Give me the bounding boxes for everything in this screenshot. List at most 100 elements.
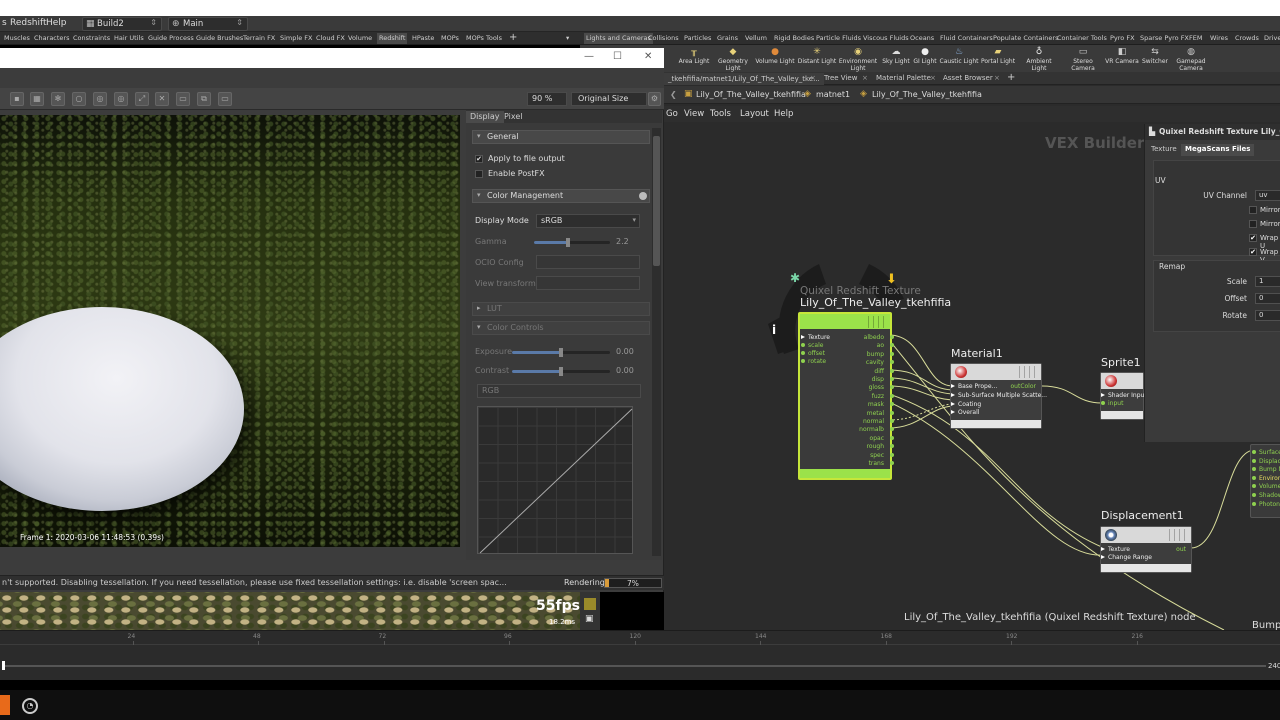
- tool-distant-light[interactable]: ✳ Distant Light: [796, 47, 838, 65]
- output-dot[interactable]: [890, 335, 894, 339]
- timeline[interactable]: 24 48 72 96 120 144 168 192 216 240: [0, 630, 1280, 680]
- shelf-tab-mops-tools[interactable]: MOPs Tools: [466, 34, 502, 42]
- sprite-node-header[interactable]: [1101, 373, 1143, 389]
- input-port-sss[interactable]: Sub-Surface Multiple Scatte...: [951, 392, 1047, 399]
- shelf-tab-mops[interactable]: MOPs: [441, 34, 459, 42]
- output-node-port-2[interactable]: Bump M: [1252, 466, 1280, 473]
- shelf-tab-grains[interactable]: Grains: [717, 34, 738, 42]
- snapshot-icon[interactable]: ▭: [176, 92, 190, 106]
- shelf-tab-guide-process[interactable]: Guide Process: [148, 34, 194, 42]
- output-dot[interactable]: [890, 368, 894, 373]
- output-dot[interactable]: [890, 351, 894, 356]
- menu-layout[interactable]: Layout: [740, 109, 769, 119]
- output-port-mask[interactable]: mask: [868, 401, 884, 408]
- tool-gamepad-camera[interactable]: ◍ Gamepad Camera: [1170, 47, 1212, 72]
- add-shelf-icon[interactable]: +: [509, 32, 517, 43]
- context-select[interactable]: ⊕ Main ⇕: [168, 17, 248, 31]
- exposure-slider-knob[interactable]: [559, 348, 563, 357]
- input-port-scale[interactable]: scale: [800, 342, 823, 349]
- section-general[interactable]: ▾ General: [472, 130, 650, 144]
- scrollbar-thumb[interactable]: [653, 136, 660, 266]
- save-icon[interactable]: ▭: [218, 92, 232, 106]
- shelf-tab-muscles[interactable]: Muscles: [4, 34, 30, 42]
- menu-tools[interactable]: Tools: [710, 109, 731, 119]
- view-icon[interactable]: ▣: [585, 614, 594, 624]
- tool-geometry-light[interactable]: ◆ Geometry Light: [712, 47, 754, 72]
- output-dot[interactable]: [890, 377, 894, 381]
- grid-icon[interactable]: ▦: [30, 92, 44, 106]
- shelf-tab-redshift[interactable]: Redshift: [377, 33, 408, 44]
- tab-tree-view[interactable]: Tree View: [824, 74, 857, 82]
- view-transform-select[interactable]: [536, 276, 640, 290]
- close-icon[interactable]: ✕: [644, 51, 652, 62]
- viewport-preview[interactable]: [0, 592, 600, 630]
- output-port-normalb[interactable]: normalb: [859, 426, 884, 433]
- offset-field[interactable]: 0: [1255, 293, 1280, 304]
- uv-channel-field[interactable]: uv: [1255, 190, 1280, 201]
- menu-item-help[interactable]: Help: [46, 18, 67, 28]
- tool-environment-light[interactable]: ◉ Environment Light: [837, 47, 879, 72]
- output-port-outcolor[interactable]: outColor: [1011, 383, 1037, 390]
- fit-icon[interactable]: ⤢: [135, 92, 149, 106]
- tool-caustic-light[interactable]: ♨ Caustic Light: [938, 47, 980, 65]
- menu-item-s[interactable]: s: [2, 18, 7, 28]
- output-port-diff[interactable]: diff: [874, 368, 884, 375]
- displacement-node-header[interactable]: [1101, 527, 1191, 543]
- input-port-shader-input[interactable]: Shader Input: [1101, 392, 1147, 399]
- timeline-scrubber[interactable]: [4, 665, 1266, 667]
- apply-to-file-checkbox[interactable]: ✔: [475, 155, 483, 163]
- section-color-controls[interactable]: ▾ Color Controls: [472, 321, 650, 335]
- output-port-trans[interactable]: trans: [869, 460, 884, 467]
- shelf-tab-hair-utils[interactable]: Hair Utils: [114, 34, 144, 42]
- shelf-tab-hpaste[interactable]: HPaste: [412, 34, 434, 42]
- output-node-port-0[interactable]: Surface: [1252, 449, 1280, 456]
- output-port-fuzz[interactable]: fuzz: [872, 393, 884, 400]
- shelf-tab-simple-fx[interactable]: Simple FX: [280, 34, 312, 42]
- output-dot[interactable]: [890, 393, 894, 398]
- obs-app-icon[interactable]: ◔: [22, 698, 38, 714]
- menu-help[interactable]: Help: [774, 109, 793, 119]
- channel-select[interactable]: RGB: [477, 384, 641, 398]
- output-port-rough[interactable]: rough: [867, 443, 884, 450]
- tool-portal-light[interactable]: ▰ Portal Light: [977, 47, 1019, 65]
- desktop-select[interactable]: ▦ Build2 ⇕: [82, 17, 162, 31]
- output-port-normal[interactable]: normal: [863, 418, 884, 425]
- shelf-tab-crowds[interactable]: Crowds: [1235, 34, 1259, 42]
- output-dot[interactable]: [890, 452, 894, 457]
- breadcrumb-matnet[interactable]: ◈ matnet1: [804, 89, 850, 99]
- section-toggle-icon[interactable]: [639, 192, 647, 200]
- output-node-port-1[interactable]: Displace: [1252, 458, 1280, 465]
- input-port-input[interactable]: input: [1100, 400, 1123, 407]
- shelf-tab-collisions[interactable]: Collisions: [648, 34, 679, 42]
- scale-field[interactable]: 1: [1255, 276, 1280, 287]
- shelf-tab-populate-containers[interactable]: Populate Containers: [993, 34, 1058, 42]
- bug-icon[interactable]: ✱: [790, 271, 800, 285]
- redshift-output-node[interactable]: Surface DisplaceBump M EnvironVolume Shadow…: [1250, 444, 1280, 518]
- output-dot[interactable]: [890, 419, 894, 423]
- arrow-left-icon[interactable]: ❮: [670, 90, 677, 99]
- ocio-config-field[interactable]: [536, 255, 640, 269]
- wrap-u-checkbox[interactable]: ✔: [1249, 234, 1257, 242]
- shelf-tab-vellum[interactable]: Vellum: [745, 34, 767, 42]
- shelf-tab-particles[interactable]: Particles: [684, 34, 711, 42]
- menu-item-redshift[interactable]: Redshift: [10, 18, 47, 28]
- houdini-app-icon[interactable]: [0, 695, 10, 715]
- snowflake-icon[interactable]: ✻: [51, 92, 65, 106]
- tool-stereo-camera[interactable]: ▭ Stereo Camera: [1062, 47, 1104, 72]
- zoom-field[interactable]: 90 %: [527, 92, 567, 106]
- material-node[interactable]: Base Prope... Sub-Surface Multiple Scatt…: [950, 363, 1047, 429]
- shelf-tab-wires[interactable]: Wires: [1210, 34, 1228, 42]
- output-port-bump[interactable]: bump: [867, 351, 884, 358]
- input-port-coating[interactable]: Coating: [950, 401, 981, 408]
- size-mode-select[interactable]: Original Size: [571, 92, 647, 106]
- menu-go[interactable]: Go: [666, 109, 678, 119]
- shelf-tab-particle-fluids[interactable]: Particle Fluids: [816, 34, 861, 42]
- tool-ambient-light[interactable]: ♁ Ambient Light: [1018, 47, 1060, 72]
- input-port-change-range[interactable]: Change Range: [1101, 554, 1152, 561]
- rotate-field[interactable]: 0: [1255, 310, 1280, 321]
- render-image[interactable]: Frame 1: 2020-03-06 11:48:53 (0.39s): [0, 115, 460, 547]
- display-mode-select[interactable]: sRGB ▾: [536, 214, 640, 228]
- enable-postfx-checkbox[interactable]: [475, 170, 483, 178]
- playhead[interactable]: [2, 661, 5, 670]
- node-flags[interactable]: [1165, 529, 1187, 541]
